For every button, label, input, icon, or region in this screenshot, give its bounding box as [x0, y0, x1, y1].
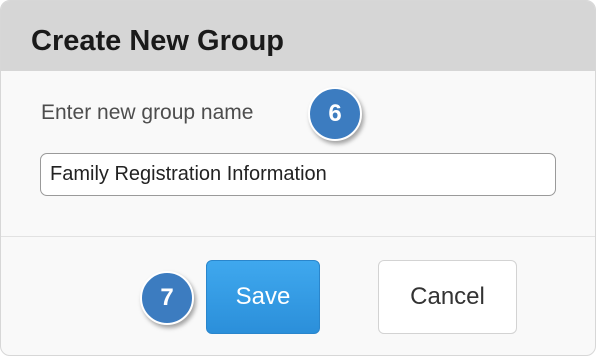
create-group-dialog: Create New Group Enter new group name 6 … [0, 0, 596, 356]
cancel-button[interactable]: Cancel [378, 260, 517, 334]
footer-divider [1, 236, 595, 237]
dialog-header: Create New Group [1, 1, 595, 71]
save-button[interactable]: Save [206, 260, 320, 334]
step-7-badge: 7 [140, 271, 194, 325]
step-6-badge: 6 [308, 87, 362, 141]
group-name-label: Enter new group name [41, 101, 254, 124]
dialog-title: Create New Group [31, 25, 284, 57]
group-name-input[interactable] [40, 153, 556, 196]
